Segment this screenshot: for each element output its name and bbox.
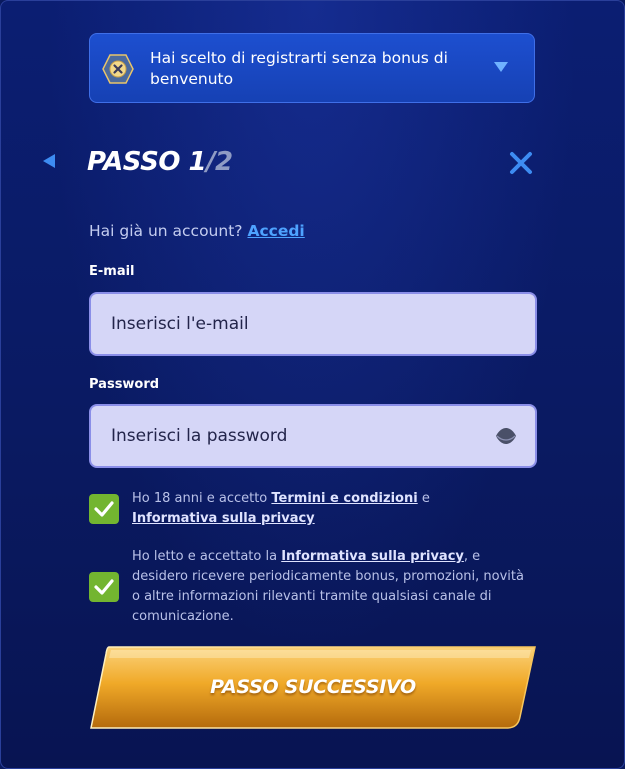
terms-link[interactable]: Termini e condizioni — [271, 491, 417, 506]
step-total: /2 — [206, 147, 233, 177]
checkmark-icon — [94, 501, 114, 517]
privacy-link-2[interactable]: Informativa sulla privacy — [281, 549, 464, 564]
eye-icon[interactable] — [495, 427, 517, 445]
checkmark-icon — [94, 579, 114, 595]
email-label: E-mail — [89, 264, 135, 279]
marketing-checkbox[interactable] — [89, 572, 119, 602]
back-arrow-icon[interactable] — [43, 154, 55, 168]
privacy-link[interactable]: Informativa sulla privacy — [132, 511, 315, 526]
next-step-label: PASSO SUCCESSIVO — [210, 676, 416, 698]
email-field[interactable] — [89, 292, 537, 356]
email-input[interactable] — [111, 294, 471, 354]
step-title: PASSO 1/2 — [87, 145, 233, 179]
consent-1-text: Ho 18 anni e accetto — [132, 491, 268, 506]
consent-2-text: Ho letto e accettato la — [132, 549, 278, 564]
bonus-banner-text: Hai scelto di registrarti senza bonus di… — [150, 49, 448, 88]
next-step-button[interactable]: PASSO SUCCESSIVO — [89, 646, 537, 729]
login-prompt-text: Hai già un account? — [89, 222, 243, 240]
consent-1-mid: e — [421, 491, 430, 506]
registration-modal: Hai scelto di registrarti senza bonus di… — [0, 0, 625, 769]
age-terms-consent: Ho 18 anni e accetto Termini e condizion… — [132, 489, 532, 529]
password-field[interactable] — [89, 404, 537, 468]
password-input[interactable] — [111, 406, 471, 466]
password-label: Password — [89, 377, 160, 392]
age-terms-checkbox[interactable] — [89, 494, 119, 524]
step-current: PASSO 1 — [87, 147, 207, 177]
login-link[interactable]: Accedi — [247, 222, 304, 240]
bonus-selector[interactable]: Hai scelto di registrarti senza bonus di… — [89, 33, 535, 103]
chevron-down-icon[interactable] — [494, 62, 508, 72]
marketing-consent: Ho letto e accettato la Informativa sull… — [132, 547, 532, 627]
login-prompt: Hai già un account? Accedi — [89, 221, 305, 241]
close-icon[interactable] — [507, 149, 535, 177]
no-bonus-icon — [102, 54, 134, 84]
